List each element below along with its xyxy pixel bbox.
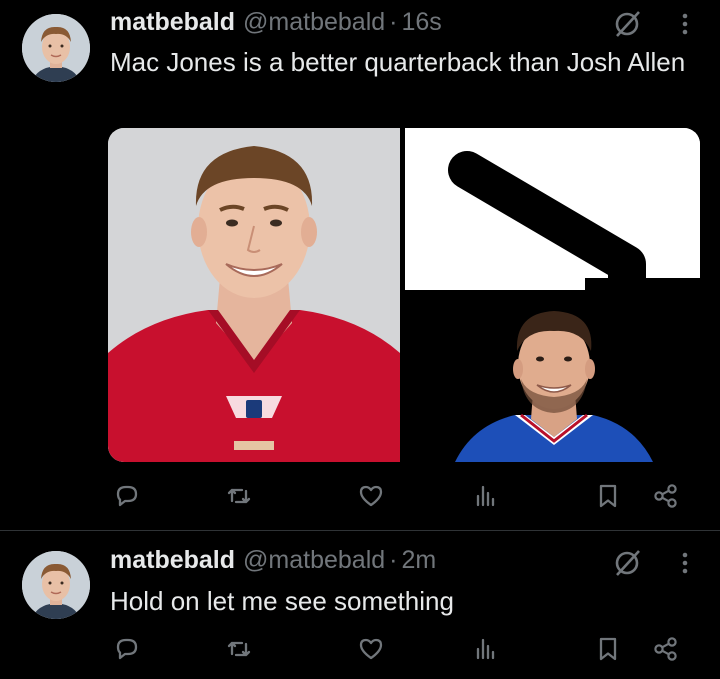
retweet-button[interactable] <box>221 631 257 667</box>
grok-icon[interactable] <box>612 548 642 578</box>
handle[interactable]: @matbebald <box>243 8 385 37</box>
like-button[interactable] <box>353 631 389 667</box>
share-icon <box>654 637 677 661</box>
views-icon <box>476 485 495 507</box>
tweet-text: Hold on let me see something <box>110 586 454 616</box>
separator-dot: · <box>389 545 398 574</box>
views-button[interactable] <box>468 478 504 514</box>
tweet-header: matbebald @matbebald · 2m <box>110 545 436 575</box>
bookmark-icon <box>599 484 617 508</box>
handle[interactable]: @matbebald <box>243 546 385 575</box>
reply-icon <box>116 485 138 507</box>
display-name[interactable]: matbebald <box>110 546 235 575</box>
tweet[interactable]: matbebald @matbebald · 16s Mac Jones is … <box>0 0 720 531</box>
avatar[interactable] <box>22 551 90 619</box>
tweet[interactable]: matbebald @matbebald · 2m Hold on let me… <box>0 531 720 679</box>
views-button[interactable] <box>468 631 504 667</box>
tweet-actions <box>108 631 700 667</box>
timestamp[interactable]: 16s <box>402 8 442 37</box>
player-photo-left[interactable] <box>108 128 400 462</box>
timestamp[interactable]: 2m <box>402 546 437 575</box>
like-icon <box>359 485 383 507</box>
reply-icon <box>116 638 138 660</box>
player-photo-right[interactable] <box>405 295 700 462</box>
more-icon[interactable] <box>678 9 692 39</box>
reply-button[interactable] <box>108 631 144 667</box>
like-button[interactable] <box>353 478 389 514</box>
bookmark-icon <box>599 637 617 661</box>
separator-dot: · <box>389 7 398 36</box>
arrow-image[interactable] <box>405 128 700 290</box>
share-button[interactable] <box>648 478 684 514</box>
tweet-header: matbebald @matbebald · 16s <box>110 7 442 37</box>
more-icon[interactable] <box>678 548 692 578</box>
views-icon <box>476 638 495 660</box>
avatar[interactable] <box>22 14 90 82</box>
display-name[interactable]: matbebald <box>110 8 235 37</box>
retweet-icon <box>227 641 251 657</box>
tweet-actions <box>108 478 700 514</box>
tweet-text: Mac Jones is a better quarterback than J… <box>110 47 686 77</box>
share-icon <box>654 484 677 508</box>
grok-icon[interactable] <box>612 9 642 39</box>
reply-button[interactable] <box>108 478 144 514</box>
retweet-icon <box>227 488 251 504</box>
bookmark-button[interactable] <box>590 478 626 514</box>
tweet-media[interactable] <box>108 128 700 462</box>
like-icon <box>359 638 383 660</box>
share-button[interactable] <box>648 631 684 667</box>
retweet-button[interactable] <box>221 478 257 514</box>
bookmark-button[interactable] <box>590 631 626 667</box>
